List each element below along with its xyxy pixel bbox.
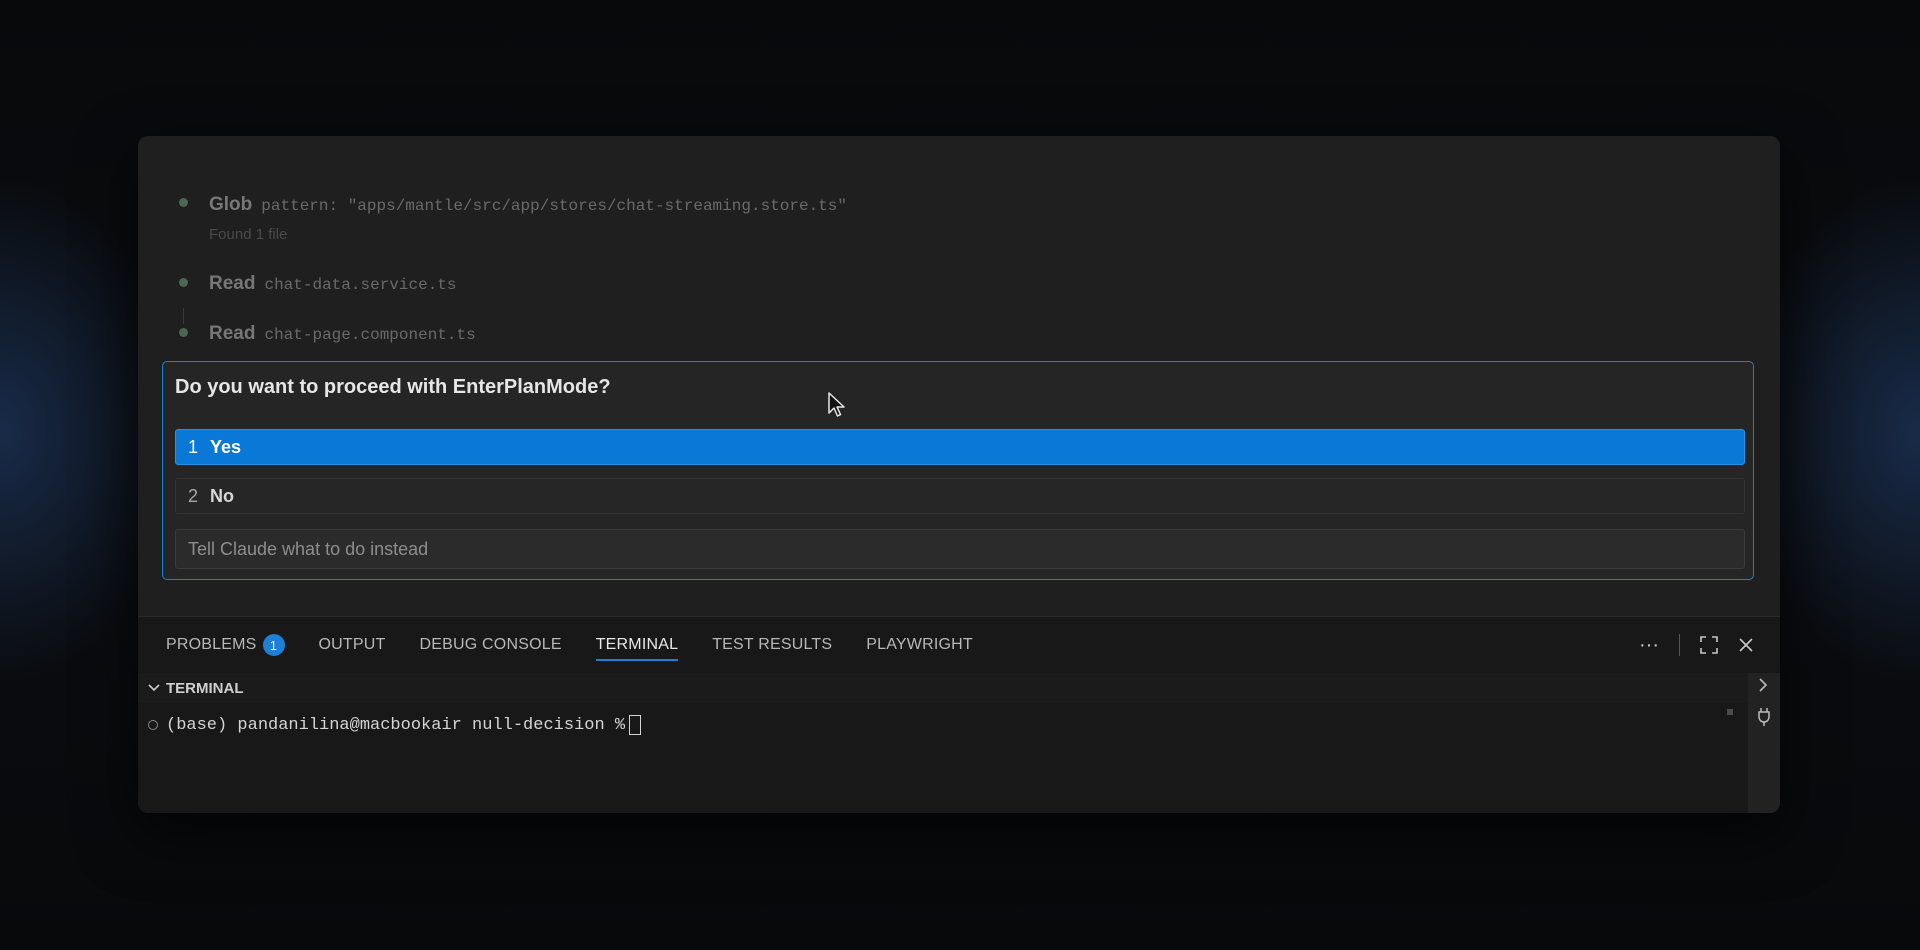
terminal-cursor (629, 715, 642, 735)
option-label: Yes (210, 436, 242, 457)
tab-test-results[interactable]: TEST RESULTS (712, 617, 832, 673)
tool-call-glob: Glob pattern: "apps/mantle/src/app/store… (209, 194, 847, 216)
status-dot (179, 328, 188, 337)
tab-label: TERMINAL (595, 636, 679, 653)
plug-icon[interactable] (1756, 707, 1772, 727)
terminal-prompt-line: (base) pandanilina@macbookair null-decis… (148, 715, 642, 735)
tab-problems[interactable]: PROBLEMS 1 (166, 617, 285, 673)
problems-count-badge: 1 (262, 634, 285, 656)
option-yes[interactable]: 1 Yes (175, 429, 1745, 465)
tab-debug-console[interactable]: DEBUG CONSOLE (420, 617, 562, 673)
terminal-output[interactable]: (base) pandanilina@macbookair null-decis… (138, 703, 1748, 813)
connector-line (183, 308, 184, 324)
status-dot (179, 198, 188, 207)
panel-tabs: PROBLEMS 1 OUTPUT DEBUG CONSOLE TERMINAL… (166, 617, 1007, 673)
chevron-down-icon[interactable] (146, 681, 166, 695)
tab-playwright[interactable]: PLAYWRIGHT (866, 617, 973, 673)
tool-name: Read (209, 273, 256, 294)
tab-label: OUTPUT (318, 636, 386, 653)
chat-area: Glob pattern: "apps/mantle/src/app/store… (138, 136, 1780, 616)
more-icon[interactable]: ··· (1639, 634, 1659, 657)
maximize-icon[interactable] (1700, 636, 1718, 654)
tab-label: PLAYWRIGHT (866, 636, 973, 653)
tool-arg: pattern: "apps/mantle/src/app/stores/cha… (261, 197, 847, 215)
option-number: 2 (188, 485, 199, 506)
terminal-prompt-text: (base) pandanilina@macbookair null-decis… (166, 715, 626, 735)
tab-label: TEST RESULTS (712, 636, 833, 653)
circle-icon (148, 720, 158, 730)
instead-input[interactable]: Tell Claude what to do instead (175, 529, 1745, 569)
close-icon[interactable] (1738, 637, 1754, 653)
tool-call-read: Read chat-page.component.ts (209, 323, 476, 345)
tab-output[interactable]: OUTPUT (319, 617, 386, 673)
terminal-side-rail (1748, 673, 1780, 813)
status-dot (179, 278, 188, 287)
tool-call-read: Read chat-data.service.ts (209, 273, 457, 295)
tab-label: DEBUG CONSOLE (419, 636, 562, 653)
permission-prompt: Do you want to proceed with EnterPlanMod… (162, 361, 1754, 580)
option-no[interactable]: 2 No (175, 478, 1745, 514)
option-label: No (210, 485, 234, 506)
panel-actions: ··· (1639, 617, 1754, 673)
tool-name: Glob (209, 194, 253, 215)
chevron-right-icon[interactable] (1756, 677, 1770, 693)
tool-name: Read (209, 323, 256, 344)
prompt-title: Do you want to proceed with EnterPlanMod… (175, 376, 611, 398)
terminal-section-title: TERMINAL (166, 679, 244, 697)
scrollbar-thumb[interactable] (1727, 709, 1733, 715)
tab-terminal[interactable]: TERMINAL (595, 617, 679, 673)
divider (1679, 634, 1680, 656)
vscode-window: Glob pattern: "apps/mantle/src/app/store… (138, 136, 1780, 813)
tool-arg: chat-data.service.ts (264, 276, 457, 294)
tool-arg: chat-page.component.ts (264, 326, 476, 344)
mouse-pointer-icon (828, 392, 845, 417)
tool-result: Found 1 file (209, 226, 288, 243)
bottom-panel: PROBLEMS 1 OUTPUT DEBUG CONSOLE TERMINAL… (138, 616, 1780, 813)
terminal-section-header[interactable]: TERMINAL (138, 673, 1748, 703)
tab-label: PROBLEMS (166, 636, 257, 653)
option-number: 1 (188, 436, 199, 457)
